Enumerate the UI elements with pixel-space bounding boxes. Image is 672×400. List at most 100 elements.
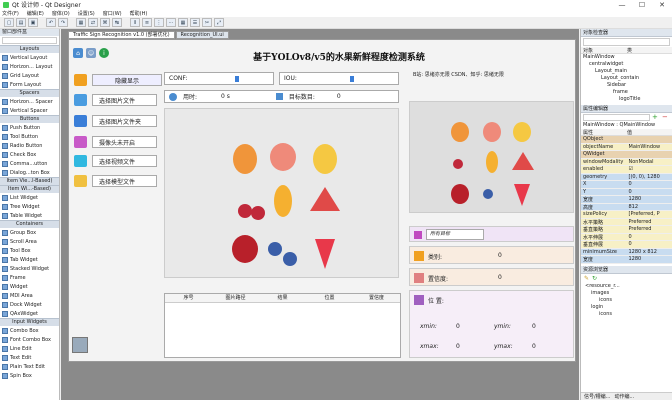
property-row[interactable]: minimumSize 1280 x 812 [581, 248, 672, 256]
widget-item[interactable]: QAxWidget [0, 309, 59, 318]
resource-item[interactable]: images [581, 290, 672, 297]
widget-category[interactable]: Item Wi...-Based) [0, 185, 59, 193]
property-value[interactable]: Preferred [627, 226, 672, 233]
widget-item[interactable]: Tool Box [0, 246, 59, 255]
property-value[interactable]: NonModal [627, 159, 672, 166]
tree-item[interactable]: Layout_contain [581, 75, 672, 82]
col-result[interactable]: 结果 [259, 294, 306, 302]
target-select[interactable]: 所有目标 [426, 229, 484, 240]
adjust-size-icon[interactable]: ⤢ [214, 18, 224, 27]
edit-resources-icon[interactable]: ✎ [584, 275, 589, 282]
close-icon[interactable]: ✕ [652, 0, 672, 9]
property-row[interactable]: 垂直策略 Preferred [581, 226, 672, 234]
property-value[interactable]: 1280 [627, 196, 672, 203]
resource-item[interactable]: login [581, 304, 672, 311]
layout-grid-icon[interactable]: ▦ [178, 18, 188, 27]
menu-settings[interactable]: 设置(S) [78, 10, 95, 17]
select-video-input[interactable]: 选择视频文件 [92, 155, 157, 167]
menu-form[interactable]: 窗体(O) [52, 10, 70, 17]
widget-item[interactable]: Plain Text Edit [0, 362, 59, 371]
select-folder-input[interactable]: 选择图片文件夹 [92, 115, 157, 127]
tree-item[interactable]: Sidebar [581, 82, 672, 89]
model-icon[interactable] [74, 175, 87, 187]
widget-category[interactable]: Containers [0, 220, 59, 228]
property-value[interactable] [627, 151, 672, 158]
tab-action-editor[interactable]: 动作编... [614, 393, 634, 400]
remove-property-icon[interactable]: − [662, 114, 670, 121]
property-value[interactable] [627, 136, 672, 143]
widget-item[interactable]: Dialog...ton Box [0, 168, 59, 177]
property-row[interactable]: 宽度 1280 [581, 256, 672, 264]
edit-widgets-icon[interactable]: ▦ [76, 18, 86, 27]
widget-item[interactable]: Scroll Area [0, 237, 59, 246]
resource-item[interactable]: icons [581, 311, 672, 318]
widget-item[interactable]: Stacked Widget [0, 264, 59, 273]
widget-item[interactable]: Horizon... Spacer [0, 97, 59, 106]
edit-signals-icon[interactable]: ⇄ [88, 18, 98, 27]
widget-item[interactable]: Push Button [0, 123, 59, 132]
property-value[interactable]: 812 [627, 204, 672, 211]
widget-item[interactable]: Radio Button [0, 141, 59, 150]
widget-item[interactable]: Horizon... Layout [0, 62, 59, 71]
undo-icon[interactable]: ↶ [46, 18, 56, 27]
property-value[interactable]: MainWindow [627, 144, 672, 151]
menu-edit[interactable]: 编辑(E) [27, 10, 44, 17]
widget-item[interactable]: Grid Layout [0, 71, 59, 80]
property-row[interactable]: objectName MainWindow [581, 143, 672, 151]
info-icon[interactable]: i [99, 48, 109, 58]
folder-icon[interactable] [74, 115, 87, 127]
minimize-icon[interactable]: — [612, 0, 632, 9]
widget-item[interactable]: Dock Widget [0, 300, 59, 309]
widget-item[interactable]: Group Box [0, 228, 59, 237]
widget-item[interactable]: Check Box [0, 150, 59, 159]
widget-item[interactable]: Vertical Spacer [0, 106, 59, 115]
widget-category[interactable]: Buttons [0, 115, 59, 123]
tree-item[interactable]: frame [581, 89, 672, 96]
col-position[interactable]: 位置 [306, 294, 353, 302]
layout-horizontal-icon[interactable]: ⫴ [130, 18, 140, 27]
widget-item[interactable]: Tool Button [0, 132, 59, 141]
home-icon[interactable]: ⌂ [73, 48, 83, 58]
maximize-icon[interactable]: ☐ [632, 0, 652, 9]
layout-splitter-h-icon[interactable]: ⋮ [154, 18, 164, 27]
property-value[interactable]: 1280 [627, 256, 672, 263]
widget-item[interactable]: MDI Area [0, 291, 59, 300]
property-row[interactable]: geometry [(0, 0), 1280 [581, 173, 672, 181]
widget-category[interactable]: Spacers [0, 89, 59, 97]
checkbox-icon[interactable] [414, 231, 422, 239]
widget-item[interactable]: Frame [0, 273, 59, 282]
widget-item[interactable]: Combo Box [0, 326, 59, 335]
resource-item[interactable]: <resource_r... [581, 283, 672, 290]
tab-form-1[interactable]: Traffic Sign Recognition v1.0 (部署优化) [68, 31, 175, 39]
widget-item[interactable]: Spin Box [0, 371, 59, 380]
property-value[interactable]: [(0, 0), 1280 [627, 174, 672, 181]
conf-slider-handle[interactable] [235, 76, 239, 82]
property-row[interactable]: windowModality NonModal [581, 158, 672, 166]
camera-icon[interactable] [74, 136, 87, 148]
tab-signals-slots[interactable]: 信号/槽编... [584, 393, 610, 400]
property-row[interactable]: 宽度 1280 [581, 196, 672, 204]
menu-icon[interactable] [74, 74, 87, 86]
widget-item[interactable]: Vertical Layout [0, 53, 59, 62]
tree-item[interactable]: logoTitle [581, 96, 672, 103]
widget-item[interactable]: List Widget [0, 193, 59, 202]
edit-tab-order-icon[interactable]: ↹ [112, 18, 122, 27]
property-row[interactable]: 水平伸展 0 [581, 233, 672, 241]
add-property-icon[interactable]: + [652, 114, 660, 121]
widget-category[interactable]: Layouts [0, 45, 59, 53]
layout-vertical-icon[interactable]: ≡ [142, 18, 152, 27]
widget-item[interactable]: Tree Widget [0, 202, 59, 211]
layout-splitter-v-icon[interactable]: ⋯ [166, 18, 176, 27]
property-row[interactable]: Y0 [581, 188, 672, 196]
col-path[interactable]: 图片路径 [212, 294, 259, 302]
col-confidence[interactable]: 置信度 [353, 294, 400, 302]
widget-category[interactable]: Item Vie...l-Based) [0, 177, 59, 185]
open-icon[interactable]: ▤ [16, 18, 26, 27]
property-row[interactable]: 高度 812 [581, 203, 672, 211]
widget-filter-input[interactable] [2, 37, 57, 44]
property-value[interactable]: 0 [627, 189, 672, 196]
widget-item[interactable]: Comma...utton [0, 159, 59, 168]
property-row[interactable]: X0 [581, 181, 672, 189]
property-value[interactable]: ☑ [627, 166, 672, 173]
redo-icon[interactable]: ↷ [58, 18, 68, 27]
